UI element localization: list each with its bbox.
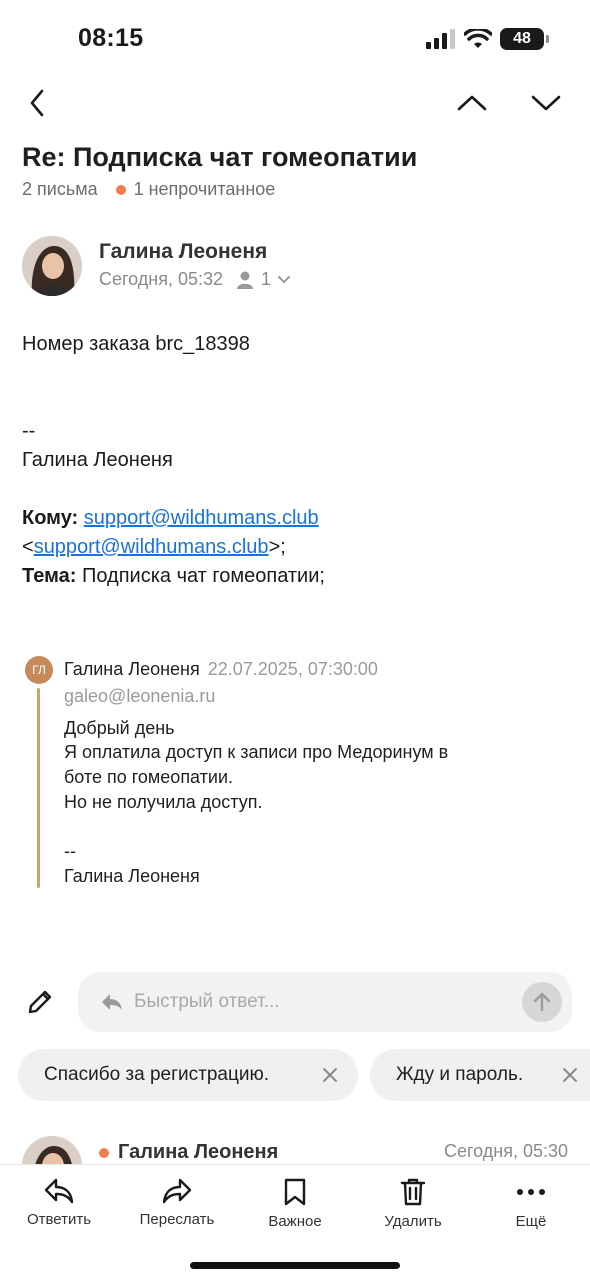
bookmark-icon — [284, 1178, 306, 1206]
dismiss-chip-button[interactable] — [318, 1063, 342, 1087]
message-count: 2 письма — [22, 179, 98, 199]
previous-message-button[interactable] — [454, 88, 490, 118]
quick-reply-placeholder: Быстрый ответ... — [134, 991, 280, 1012]
next-message-time: Сегодня, 05:30 — [443, 1141, 568, 1161]
suggestion-chip-label: Жду и пароль. — [396, 1064, 524, 1085]
reply-icon — [102, 994, 122, 1010]
quoted-line: боте по гомеопатии. — [64, 767, 234, 787]
status-icons: 48 — [426, 28, 549, 50]
unread-dot-icon — [115, 184, 126, 195]
forward-button[interactable]: Переслать — [127, 1177, 227, 1228]
quoted-email: galeo@leonenia.ru — [64, 686, 216, 706]
avatar[interactable] — [22, 236, 82, 296]
suggestion-chip-label: Спасибо за регистрацию. — [44, 1064, 270, 1085]
quote-bar — [37, 688, 40, 888]
subject-value: Подписка чат гомеопатии; — [81, 565, 325, 587]
quoted-header: Галина Леоненя 22.07.2025, 07:30:00 — [64, 659, 378, 680]
to-close-bracket: >; — [268, 536, 286, 558]
subject-label: Тема: — [22, 565, 77, 587]
quoted-line: Я оплатила доступ к записи про Медоринум… — [64, 742, 449, 762]
more-button[interactable]: Ещё — [481, 1177, 581, 1230]
unread-dot-icon — [99, 1148, 109, 1158]
quoted-signature-name: Галина Леоненя — [64, 866, 200, 886]
important-button[interactable]: Важное — [245, 1177, 345, 1230]
arrow-up-icon — [533, 992, 551, 1012]
important-label: Важное — [268, 1213, 322, 1230]
reply-icon — [44, 1178, 74, 1204]
to-open-bracket: < — [22, 536, 34, 558]
more-label: Ещё — [515, 1213, 547, 1230]
thread-subject: Re: Подписка чат гомеопатии — [22, 142, 418, 172]
delete-button[interactable]: Удалить — [363, 1177, 463, 1230]
status-time: 08:15 — [78, 24, 144, 52]
close-icon — [563, 1068, 577, 1082]
back-button[interactable] — [22, 86, 52, 120]
send-button[interactable] — [522, 982, 562, 1022]
reply-button[interactable]: Ответить — [9, 1177, 109, 1228]
chevron-left-icon — [30, 89, 44, 117]
order-line: Номер заказа brc_18398 — [22, 333, 250, 355]
signature-dash: -- — [22, 420, 36, 442]
thread-meta: 2 письма 1 непрочитанное — [22, 179, 275, 200]
trash-icon — [400, 1178, 426, 1206]
wifi-icon — [464, 29, 492, 48]
home-indicator[interactable] — [190, 1262, 400, 1269]
chevron-down-icon — [531, 95, 561, 111]
cellular-signal-icon — [426, 29, 455, 49]
compose-button[interactable] — [24, 986, 56, 1018]
next-message-button[interactable] — [528, 88, 564, 118]
quoted-sender: Галина Леоненя — [64, 659, 200, 679]
close-icon — [323, 1068, 337, 1082]
suggestion-chip[interactable]: Спасибо за регистрацию. — [18, 1049, 358, 1101]
more-dots-icon — [517, 1189, 545, 1195]
dismiss-chip-button[interactable] — [558, 1063, 582, 1087]
chevron-up-icon — [457, 95, 487, 111]
suggestion-chip[interactable]: Жду и пароль. — [370, 1049, 590, 1101]
pencil-icon — [28, 990, 52, 1014]
reply-label: Ответить — [26, 1211, 92, 1228]
sender-meta[interactable]: Сегодня, 05:32 1 — [99, 269, 291, 290]
forward-label: Переслать — [139, 1211, 215, 1228]
recipient-count: 1 — [261, 269, 272, 289]
sender-photo — [22, 236, 82, 296]
to-email-link-2[interactable]: support@wildhumans.club — [34, 536, 269, 558]
quoted-avatar: ГЛ — [25, 656, 53, 684]
quoted-date: 22.07.2025, 07:30:00 — [207, 659, 378, 679]
forward-icon — [162, 1178, 192, 1204]
subject-line: Тема: Подписка чат гомеопатии; — [22, 562, 325, 591]
to-label: Кому: — [22, 507, 79, 529]
sender-name[interactable]: Галина Леоненя — [99, 240, 267, 264]
chevron-down-icon — [278, 275, 291, 283]
signature-name: Галина Леоненя — [22, 449, 173, 471]
person-icon — [237, 271, 254, 289]
quoted-line: Добрый день — [64, 718, 175, 738]
to-line: Кому: support@wildhumans.club — [22, 504, 319, 533]
next-message-sender[interactable]: Галина Леоненя — [118, 1141, 278, 1164]
delete-label: Удалить — [384, 1213, 442, 1230]
battery-icon: 48 — [500, 28, 549, 50]
quoted-line: Но не получила доступ. — [64, 792, 263, 812]
quick-reply-input[interactable]: Быстрый ответ... — [78, 972, 572, 1032]
unread-count: 1 непрочитанное — [133, 179, 276, 199]
quoted-signature-dash: -- — [64, 841, 76, 861]
message-date: Сегодня, 05:32 — [99, 269, 224, 289]
to-email-link[interactable]: support@wildhumans.club — [84, 507, 319, 529]
to-line-2: <support@wildhumans.club>; — [22, 533, 286, 562]
